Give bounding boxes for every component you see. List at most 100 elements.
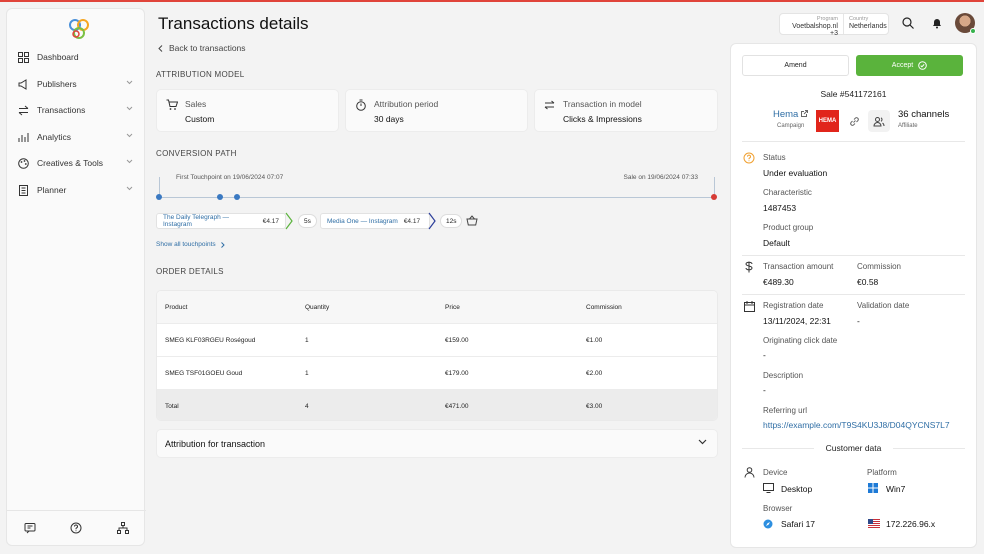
sidebar-item-label: Dashboard [37, 52, 79, 62]
bell-icon[interactable] [930, 16, 944, 30]
sidebar-item-dashboard[interactable]: Dashboard [17, 47, 137, 67]
table-cell: 1 [305, 337, 309, 344]
browser-label: Browser [763, 504, 793, 513]
registration-date-label: Registration date [763, 301, 824, 310]
affiliate-icon [868, 110, 890, 132]
campaign-logo: HEMA [816, 110, 839, 132]
chevron-down-icon [126, 186, 133, 191]
divider [742, 294, 965, 295]
campaign-link[interactable]: Hema [773, 109, 808, 120]
touchpoint-chip[interactable]: Media One — Instagram €4.17 [320, 213, 430, 229]
chevron-left-icon [158, 44, 163, 52]
table-row: SMEG TSF01GOEU Goud 1 €179.00 €2.00 [157, 357, 717, 390]
sidebar-item-label: Publishers [37, 79, 77, 89]
transaction-amount-label: Transaction amount [763, 262, 834, 271]
sidebar-item-label: Transactions [37, 105, 86, 115]
program-country-selector[interactable]: Program Voetbalshop.nl +3 Country Nether… [779, 13, 889, 37]
attribution-card-title: Sales [185, 99, 207, 109]
time-between-pill: 12s [440, 214, 463, 228]
sidebar-item-planner[interactable]: Planner [17, 180, 137, 200]
order-table: Product Quantity Price Commission SMEG K… [156, 290, 718, 421]
show-all-touchpoints-link[interactable]: Show all touchpoints [156, 241, 225, 248]
registration-date-value: 13/11/2024, 22:31 [763, 316, 831, 326]
link-icon [847, 114, 861, 128]
attribution-card-title: Transaction in model [563, 99, 642, 109]
timeline-line [159, 197, 715, 198]
sidebar-item-transactions[interactable]: Transactions [17, 100, 137, 120]
attribution-card-value: Clicks & Impressions [563, 114, 642, 124]
online-status-dot [970, 28, 976, 34]
characteristic-value: 1487453 [763, 203, 797, 213]
timeline-sale-dot[interactable] [711, 194, 717, 200]
app-logo[interactable] [67, 17, 91, 41]
description-value: - [763, 385, 766, 395]
divider [742, 255, 965, 256]
chat-icon[interactable] [23, 521, 37, 535]
table-cell: €1.00 [586, 337, 603, 344]
table-cell: €3.00 [586, 403, 603, 410]
sidebar-item-label: Analytics [37, 132, 72, 142]
sidebar-item-publishers[interactable]: Publishers [17, 74, 137, 94]
windows-icon [868, 483, 878, 493]
campaign-label: Campaign [777, 123, 805, 129]
program-label: Program [816, 16, 838, 22]
table-row: SMEG KLF03RGEU Roségoud 1 €159.00 €1.00 [157, 324, 717, 357]
status-value: Under evaluation [763, 168, 828, 178]
transaction-detail-panel: Amend Accept Sale #541172161 Hema Campai… [730, 43, 977, 548]
conversion-timeline: First Touchpoint on 19/06/2024 07:07 Sal… [156, 172, 718, 204]
divider [893, 448, 965, 449]
campaign-name: Hema [773, 109, 799, 120]
amend-label: Amend [784, 62, 807, 69]
timeline-dot[interactable] [217, 194, 223, 200]
validation-date-value: - [857, 316, 860, 326]
column-header: Product [165, 304, 188, 311]
ip-address-value: 172.226.96.x [886, 519, 936, 529]
back-to-transactions-link[interactable]: Back to transactions [158, 43, 246, 53]
amend-button[interactable]: Amend [742, 55, 849, 76]
calendar-icon [743, 300, 755, 312]
table-cell: €179.00 [445, 370, 469, 377]
arrows-icon [544, 100, 555, 110]
safari-icon [763, 519, 773, 529]
validation-date-label: Validation date [857, 301, 910, 310]
table-cell: SMEG KLF03RGEU Roségoud [165, 337, 256, 344]
referring-url-link[interactable]: https://example.com/T9S4KU3J8/D04QYCNS7L… [763, 420, 950, 430]
basket-icon [466, 215, 478, 226]
affiliate-name[interactable]: 36 channels [898, 109, 949, 120]
accept-label: Accept [891, 62, 914, 69]
chevron-down-icon [126, 80, 133, 85]
program-value: Voetbalshop.nl +3 [792, 23, 838, 37]
column-header: Commission [586, 304, 622, 311]
originating-click-label: Originating click date [763, 336, 838, 345]
table-total-row: Total 4 €471.00 €3.00 [157, 390, 717, 420]
chevron-down-icon [698, 439, 707, 445]
affiliate-label: Affiliate [898, 123, 918, 129]
help-icon[interactable] [69, 521, 83, 535]
touchpoint-price: €4.17 [403, 217, 421, 225]
browser-value: Safari 17 [781, 519, 816, 529]
accept-button[interactable]: Accept [856, 55, 963, 76]
attribution-card-value: Custom [185, 114, 215, 124]
product-group-value: Default [763, 238, 790, 248]
timeline-dot[interactable] [156, 194, 162, 200]
product-group-label: Product group [763, 223, 814, 232]
touchpoint-name: The Daily Telegraph — Instagram [163, 214, 229, 228]
chevron-right-blue-icon [428, 212, 436, 230]
megaphone-icon [17, 78, 29, 90]
device-label: Device [763, 468, 788, 477]
hierarchy-icon[interactable] [116, 521, 130, 535]
attribution-accordion[interactable]: Attribution for transaction [156, 429, 718, 458]
cart-icon [166, 99, 178, 110]
sidebar-item-creatives-tools[interactable]: Creatives & Tools [17, 153, 137, 173]
timeline-dot[interactable] [234, 194, 240, 200]
search-icon[interactable] [901, 16, 915, 30]
sidebar-item-analytics[interactable]: Analytics [17, 127, 137, 147]
touchpoint-chip[interactable]: The Daily Telegraph — Instagram €4.17 [156, 213, 286, 229]
attribution-card-value: 30 days [374, 114, 404, 124]
originating-click-value: - [763, 350, 766, 360]
table-header-row: Product Quantity Price Commission [157, 291, 717, 324]
table-cell: 4 [305, 403, 309, 410]
sale-label: Sale on 19/06/2024 07:33 [623, 174, 698, 181]
chevron-right-green-icon [285, 212, 293, 230]
user-avatar[interactable] [955, 13, 976, 34]
